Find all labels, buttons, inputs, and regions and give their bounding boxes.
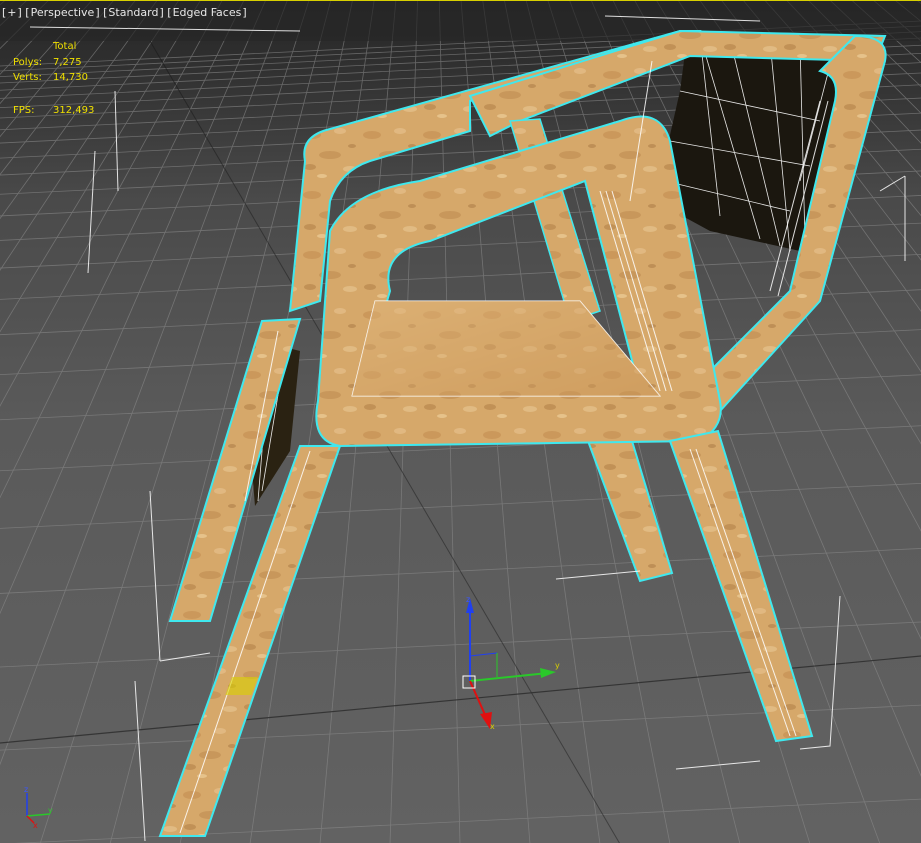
verts-value: 14,730 bbox=[53, 72, 88, 83]
back-right-leg[interactable] bbox=[586, 440, 674, 583]
gizmo-y-arrow[interactable] bbox=[540, 668, 556, 678]
gizmo-y-label: y bbox=[555, 661, 560, 670]
front-right-leg[interactable] bbox=[668, 429, 814, 743]
scene-canvas[interactable]: z y x z y x bbox=[0, 1, 921, 843]
viewport-display-style-menu[interactable]: Edged Faces bbox=[172, 6, 243, 19]
mini-z-label: z bbox=[24, 785, 28, 794]
verts-label: Verts: bbox=[13, 72, 42, 83]
fps-label: FPS: bbox=[13, 104, 35, 116]
fps-value: 312,493 bbox=[53, 104, 95, 116]
mini-x-label: x bbox=[33, 821, 38, 830]
view-axis-tripod: z y x bbox=[24, 785, 53, 830]
gizmo-x-axis[interactable] bbox=[469, 680, 487, 718]
gizmo-z-label: z bbox=[466, 595, 470, 604]
stats-header: Total bbox=[53, 41, 77, 52]
viewport-label-menu: [+] [Perspective] [Standard] [Edged Face… bbox=[2, 6, 247, 19]
front-right-side-frame[interactable] bbox=[315, 115, 722, 448]
gizmo-y-axis[interactable] bbox=[469, 672, 549, 682]
gizmo-x-label: x bbox=[490, 722, 495, 731]
polys-label: Polys: bbox=[13, 56, 43, 68]
viewport-general-menu[interactable]: + bbox=[6, 6, 17, 19]
mini-y-label: y bbox=[48, 806, 53, 815]
front-left-leg[interactable] bbox=[158, 445, 342, 837]
seat-texture bbox=[352, 301, 660, 396]
viewport-point-of-view-menu[interactable]: Perspective bbox=[30, 6, 96, 19]
viewport-shading-menu[interactable]: Standard bbox=[107, 6, 159, 19]
perspective-viewport[interactable]: z y x z y x [+] [Perspective] [Standard]… bbox=[0, 0, 921, 843]
polys-value: 7,275 bbox=[53, 56, 82, 68]
